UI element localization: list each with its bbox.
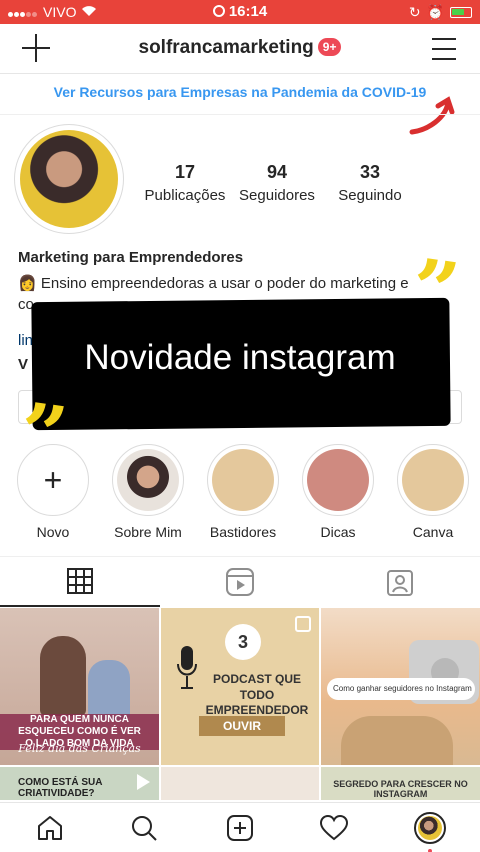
- highlight-label: Canva: [412, 524, 454, 540]
- annotation-arrow-icon: [409, 96, 455, 135]
- username-switcher[interactable]: solfrancamarketing 9+: [0, 37, 480, 59]
- highlight-bastidores[interactable]: Bastidores: [203, 444, 283, 540]
- stat-followers[interactable]: 94 Seguidores: [234, 162, 320, 204]
- divider: [0, 114, 480, 115]
- post-caption: SEGREDO PARA CRESCER NO INSTAGRAM: [333, 779, 468, 799]
- microphone-icon: [177, 646, 197, 689]
- post-badge: 3: [225, 624, 261, 660]
- highlight-label: Bastidores: [209, 524, 277, 540]
- tagged-icon: [387, 570, 413, 596]
- bottom-navigation: [0, 802, 480, 852]
- lock-rotation-icon: ↻: [408, 4, 421, 20]
- stat-value: 33: [359, 162, 381, 182]
- grid-icon: [67, 568, 93, 594]
- highlight-sobre-mim[interactable]: Sobre Mim: [108, 444, 188, 540]
- profile-header: solfrancamarketing 9+: [0, 24, 480, 74]
- post-thumbnail[interactable]: 3 PODCAST QUE TODO EMPREENDEDOR DEVERIA …: [161, 608, 319, 765]
- profile-avatar[interactable]: [14, 124, 124, 234]
- status-bar: VIVO 16:14 ↻ ⏰: [0, 0, 480, 24]
- bio-fragment: V: [18, 356, 29, 373]
- battery-icon: [450, 7, 472, 18]
- highlight-label: Sobre Mim: [114, 524, 182, 540]
- person-emoji-icon: 👩: [18, 275, 37, 292]
- new-post-icon: [227, 815, 253, 841]
- bio-text: 👩 Ensino empreendedoras a usar o poder d…: [18, 274, 409, 292]
- nav-home[interactable]: [30, 811, 70, 845]
- home-icon: [38, 816, 62, 840]
- stat-value: 17: [174, 162, 196, 182]
- status-icons: ↻ ⏰: [409, 4, 472, 21]
- quote-mark-top: ”: [405, 240, 465, 340]
- stat-label: Seguindo: [338, 187, 402, 204]
- overlay-title: Novidade instagram: [84, 338, 396, 377]
- carousel-icon: [295, 616, 311, 632]
- nav-new-post[interactable]: [220, 811, 260, 845]
- nav-search[interactable]: [124, 811, 164, 845]
- nav-profile[interactable]: [410, 811, 450, 852]
- nav-activity[interactable]: [314, 811, 354, 845]
- highlight-new[interactable]: + Novo: [13, 444, 93, 540]
- story-highlights: + Novo Sobre Mim Bastidores Dicas Canva: [0, 444, 480, 544]
- post-thumbnail[interactable]: SEGREDO PARA CRESCER NO INSTAGRAM: [321, 767, 480, 800]
- stat-value: 94: [266, 162, 288, 182]
- stat-label: Publicações: [144, 187, 226, 204]
- post-thumbnail[interactable]: Como ganhar seguidores no Instagram: [321, 608, 480, 765]
- notification-badge: 9+: [317, 38, 342, 56]
- post-search-bar: Como ganhar seguidores no Instagram: [327, 678, 475, 700]
- video-play-icon: [137, 774, 150, 790]
- search-icon: [132, 816, 157, 841]
- time-label: 16:14: [228, 3, 268, 20]
- bio-line: Ensino empreendedoras a usar o poder do …: [40, 275, 409, 292]
- tab-grid[interactable]: [0, 557, 160, 607]
- post-script-text: Feliz dia das Crianças: [18, 742, 141, 755]
- profile-avatar-icon: [414, 812, 446, 844]
- reels-icon: [226, 568, 254, 596]
- post-thumbnail[interactable]: PARA QUEM NUNCA ESQUECEU COMO É VER O LA…: [0, 608, 159, 765]
- username: solfrancamarketing: [138, 37, 314, 58]
- hamburger-menu-icon[interactable]: [432, 38, 456, 60]
- post-cta: OUVIR: [199, 716, 285, 736]
- recording-icon: [212, 5, 225, 17]
- highlight-canva[interactable]: Canva: [393, 444, 473, 540]
- tab-tagged[interactable]: [320, 557, 480, 607]
- posts-grid: PARA QUEM NUNCA ESQUECEU COMO É VER O LA…: [0, 608, 480, 800]
- post-thumbnail[interactable]: COMO ESTÁ SUA CRIATIVIDADE?: [0, 767, 159, 800]
- plus-icon: +: [17, 444, 89, 516]
- post-thumbnail[interactable]: [161, 767, 319, 800]
- stat-posts[interactable]: 17 Publicações: [142, 162, 228, 204]
- alarm-icon: ⏰: [426, 4, 444, 20]
- highlight-label: Dicas: [320, 524, 356, 540]
- stat-label: Seguidores: [239, 187, 315, 204]
- profile-tabs: [0, 556, 480, 607]
- highlight-dicas[interactable]: Dicas: [298, 444, 378, 540]
- highlight-label: Novo: [36, 524, 70, 540]
- tab-reels[interactable]: [160, 557, 320, 607]
- avatar-photo: [20, 130, 118, 228]
- stat-following[interactable]: 33 Seguindo: [328, 162, 412, 204]
- bio-name: Marketing para Emprendedores: [18, 249, 244, 266]
- activity-heart-icon: [320, 815, 348, 841]
